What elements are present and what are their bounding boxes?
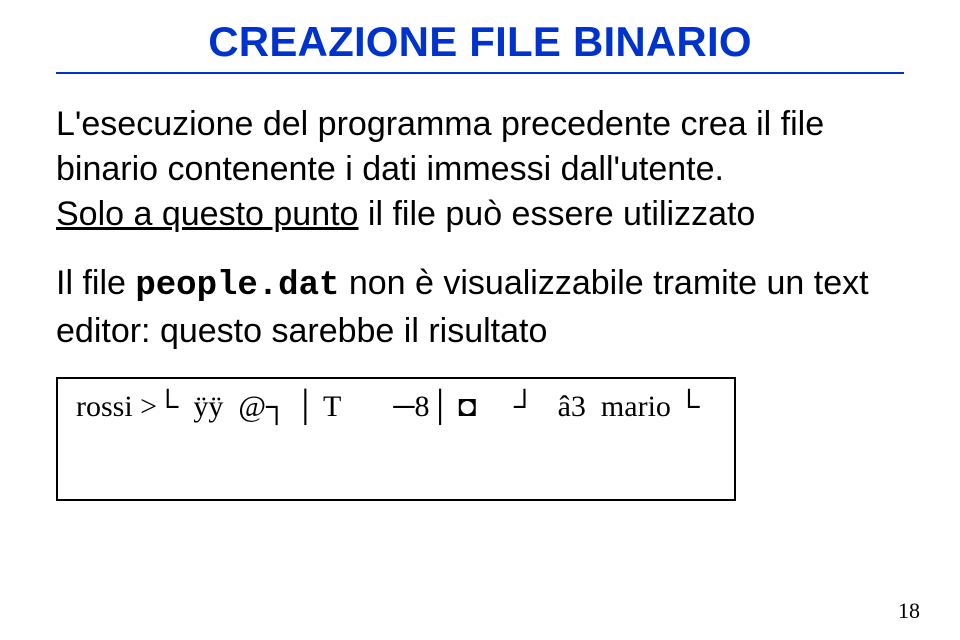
p2-text-a: Il file: [56, 264, 135, 302]
p1-underlined: Solo a questo punto: [56, 195, 358, 233]
p2-code: people.dat: [135, 267, 339, 305]
p1-text-b: il file può essere utilizzato: [358, 195, 755, 233]
paragraph-1: L'esecuzione del programma precedente cr…: [56, 102, 904, 237]
body: L'esecuzione del programma precedente cr…: [56, 102, 904, 501]
p1-text-a: L'esecuzione del programma precedente cr…: [56, 105, 824, 188]
title-rule: [56, 72, 904, 74]
paragraph-2: Il file people.dat non è visualizzabile …: [56, 261, 904, 354]
page-title: CREAZIONE FILE BINARIO: [56, 18, 904, 66]
hex-dump-box: rossi >└ ÿÿ @┐ │ T ─8│ ◘ ┘ â3 mario └: [56, 377, 736, 501]
page-number: 18: [898, 598, 920, 624]
slide: CREAZIONE FILE BINARIO L'esecuzione del …: [0, 0, 960, 640]
